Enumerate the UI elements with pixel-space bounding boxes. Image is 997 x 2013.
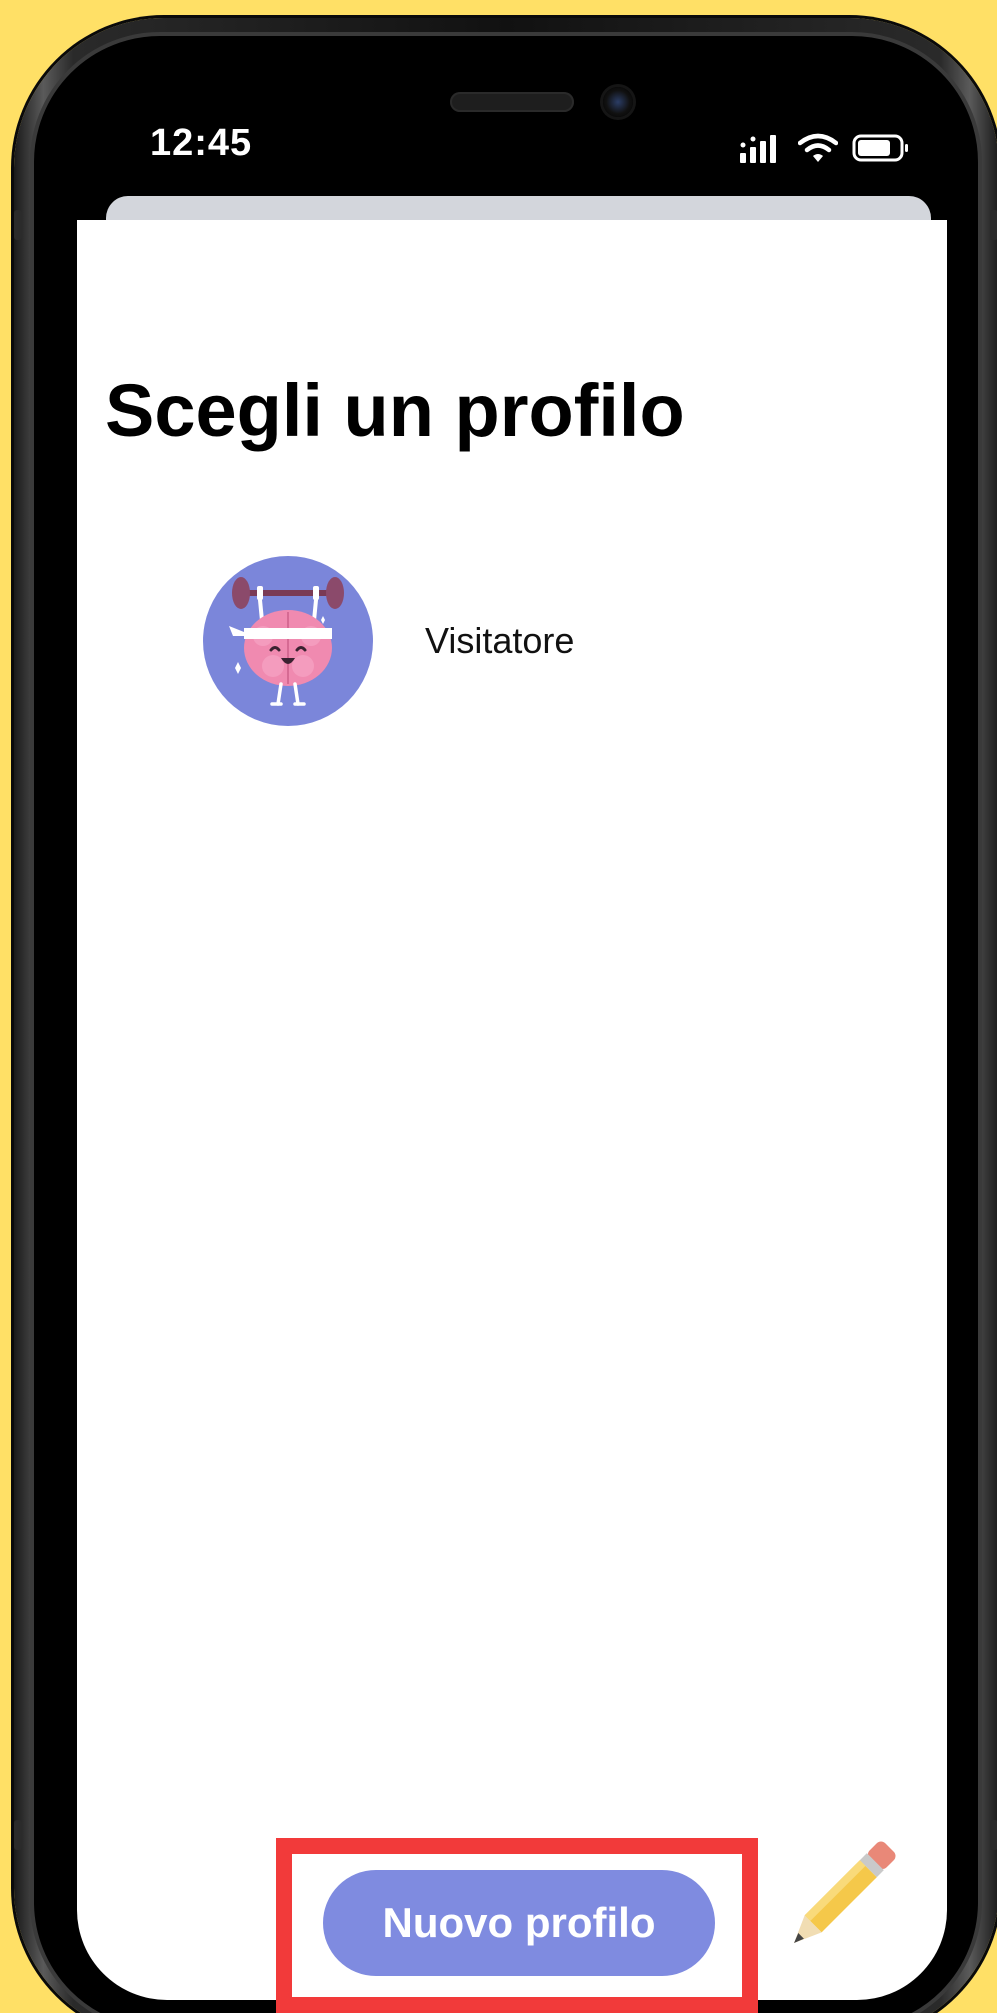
- status-time: 12:45: [150, 122, 253, 164]
- side-button: [14, 1820, 22, 1850]
- profile-name: Visitatore: [425, 620, 575, 661]
- side-button: [990, 1820, 997, 1850]
- front-camera: [603, 87, 633, 117]
- status-icons: [740, 130, 910, 170]
- speaker-grille: [450, 92, 574, 112]
- side-button: [14, 210, 22, 240]
- new-profile-button[interactable]: Nuovo profilo: [323, 1870, 715, 1976]
- wifi-icon: [797, 133, 839, 168]
- battery-icon: [852, 133, 910, 168]
- brain-weightlifter-avatar: [203, 556, 373, 726]
- app-content: Scegli un profilo Visitatore Nuovo profi…: [77, 220, 947, 2000]
- pencil-icon[interactable]: [775, 1832, 905, 1962]
- side-button: [990, 210, 997, 240]
- profile-item-visitatore[interactable]: Visitatore: [203, 556, 803, 726]
- signal-bars-icon: [740, 133, 784, 168]
- page: 12:45 Scegli un profilo Visitatore Nuovo…: [0, 0, 997, 2013]
- page-title: Scegli un profilo: [105, 369, 685, 452]
